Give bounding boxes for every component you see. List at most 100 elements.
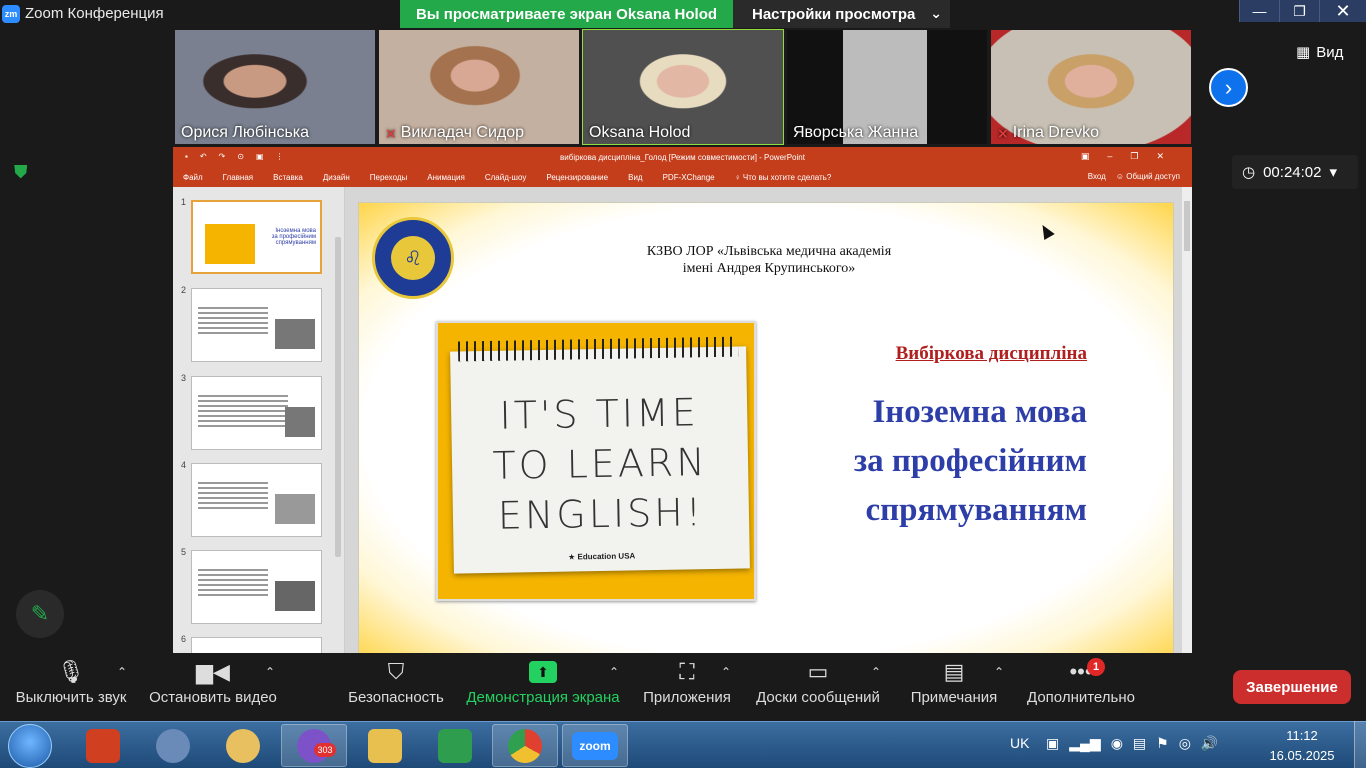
grid-icon: ▦	[1296, 44, 1311, 61]
ribbon-tab-pdfxchange[interactable]: PDF-XChange	[663, 173, 715, 182]
participant-tile[interactable]: Орися Любінська	[175, 30, 375, 144]
zoom-tray-icon[interactable]: ◉	[1111, 735, 1123, 752]
share-options-caret-icon[interactable]: ⌃	[609, 665, 619, 679]
more-button[interactable]: ••• Дополнительно	[1024, 655, 1138, 721]
thumb-number: 1	[181, 197, 187, 207]
network-status-icon[interactable]: ▣	[1046, 735, 1059, 752]
thumbnails-scrollbar[interactable]	[335, 231, 343, 653]
annotate-pencil-icon[interactable]: ✎	[16, 590, 64, 638]
view-label: Вид	[1316, 43, 1344, 61]
ribbon-tab-insert[interactable]: Вставка	[273, 173, 303, 182]
participant-tile[interactable]: ⨯ Irina Drevko	[991, 30, 1191, 144]
ribbon-tab-transitions[interactable]: Переходы	[370, 173, 408, 182]
app-title: Zoom Конференция	[25, 5, 164, 22]
share-link[interactable]: ☺ Общий доступ	[1116, 172, 1180, 181]
taskbar-app-meet[interactable]	[422, 724, 488, 767]
close-button[interactable]: ✕	[1319, 0, 1366, 22]
apps-button[interactable]: ⛶ Приложения	[640, 655, 734, 721]
thumb-number: 4	[181, 460, 187, 470]
ribbon-tab-file[interactable]: Файл	[183, 173, 203, 182]
signal-bars-icon[interactable]: ▂▄▆	[1069, 735, 1100, 752]
security-button[interactable]: ⛉ Безопасность	[348, 655, 444, 721]
ppt-document-title: вибіркова дисципліна_Голод [Режим совмес…	[560, 153, 805, 162]
participant-tile-active-speaker[interactable]: Oksana Holod	[582, 29, 784, 145]
slide-thumbnail[interactable]	[191, 550, 322, 624]
share-arrow-icon: ⬆	[529, 661, 557, 683]
video-camera-icon: ▆◀	[196, 659, 230, 684]
taskbar-app-zoom[interactable]: zoom	[562, 724, 628, 767]
subject-title: Іноземна мова за професійним спрямування…	[853, 394, 1087, 528]
view-options-button[interactable]: Настройки просмотра ⌄	[733, 0, 950, 28]
education-usa-logo: ★ Education USA	[568, 551, 636, 562]
minimize-button[interactable]: —	[1239, 0, 1279, 22]
stop-video-button[interactable]: ▆◀ Остановить видео	[148, 655, 278, 721]
slide-thumbnail[interactable]	[191, 376, 322, 450]
clock-icon: ◷	[1242, 164, 1256, 181]
taskbar-app-paint[interactable]	[210, 724, 276, 767]
ppt-title-bar: ▪↶↷⊙▣⋮ вибіркова дисципліна_Голод [Режим…	[173, 147, 1192, 167]
signin-link[interactable]: Вход	[1088, 172, 1106, 181]
slide-thumbnail[interactable]	[191, 288, 322, 362]
meeting-timer[interactable]: ◷ 00:24:02 ▾	[1232, 155, 1358, 189]
end-meeting-button[interactable]: Завершение	[1233, 670, 1351, 704]
ribbon-tab-animation[interactable]: Анимация	[427, 173, 465, 182]
encryption-shield-icon[interactable]: ⛊	[14, 162, 36, 184]
clock-time: 11:12	[1286, 728, 1318, 743]
thumb-number: 5	[181, 547, 187, 557]
start-button[interactable]	[8, 724, 52, 768]
view-button[interactable]: ▦ Вид	[1296, 38, 1354, 66]
share-screen-button[interactable]: ⬆ Демонстрация экрана	[464, 655, 622, 721]
show-desktop-button[interactable]	[1354, 721, 1366, 768]
device-icon[interactable]: ▤	[1133, 735, 1146, 752]
video-options-caret-icon[interactable]: ⌃	[265, 665, 275, 679]
notes-caret-icon[interactable]: ⌃	[994, 665, 1004, 679]
editor-scrollbar[interactable]	[1182, 187, 1192, 653]
thumb-number: 3	[181, 373, 187, 383]
viber-tray-icon[interactable]: ◎	[1179, 735, 1191, 752]
slide-thumbnail[interactable]	[191, 463, 322, 537]
taskbar-app-explorer[interactable]	[352, 724, 418, 767]
ribbon-tab-review[interactable]: Рецензирование	[546, 173, 608, 182]
paint-palette-icon	[226, 728, 260, 763]
slide-thumbnail-selected[interactable]: Іноземна мова за професійним спрямуванням	[191, 200, 322, 274]
participant-name: ⨯ Irina Drevko	[997, 124, 1099, 141]
slide-canvas[interactable]: ♌ КЗВО ЛОР «Львівська медична академія і…	[358, 202, 1174, 653]
maximize-button[interactable]: ❐	[1279, 0, 1319, 22]
ribbon-tab-home[interactable]: Главная	[223, 173, 253, 182]
apps-options-caret-icon[interactable]: ⌃	[721, 665, 731, 679]
participant-name: ⨯ Викладач Сидор	[385, 124, 525, 141]
whiteboard-icon: ▭	[807, 659, 829, 684]
taskbar-app-chrome[interactable]	[492, 724, 558, 767]
clock-date: 16.05.2025	[1269, 748, 1335, 763]
lion-emblem-icon: ♌	[391, 236, 435, 280]
notepad: IT'S TIME TO LEARN ENGLISH! ★ Education …	[450, 336, 750, 574]
ppt-ribbon-tabs: Файл Главная Вставка Дизайн Переходы Ани…	[173, 167, 1192, 187]
ribbon-tab-design[interactable]: Дизайн	[323, 173, 350, 182]
whiteboards-button[interactable]: ▭ Доски сообщений	[752, 655, 884, 721]
zoom-window: zm Zoom Конференция Вы просматриваете эк…	[0, 0, 1366, 768]
participant-tile[interactable]: ⨯ Викладач Сидор	[379, 30, 579, 144]
participant-tile[interactable]: Яворська Жанна	[787, 30, 987, 144]
volume-icon[interactable]: 🔊	[1201, 735, 1218, 752]
star-icon: ★	[568, 552, 578, 562]
taskbar-app-search[interactable]	[140, 724, 206, 767]
whiteboards-caret-icon[interactable]: ⌃	[871, 665, 881, 679]
next-page-button[interactable]: ›	[1209, 68, 1248, 107]
chrome-icon	[508, 728, 542, 763]
taskbar-app-presentation[interactable]	[70, 724, 136, 767]
shared-screen-powerpoint: ▪↶↷⊙▣⋮ вибіркова дисципліна_Голод [Режим…	[173, 147, 1192, 653]
audio-options-caret-icon[interactable]: ⌃	[117, 665, 127, 679]
ribbon-tab-slideshow[interactable]: Слайд-шоу	[485, 173, 526, 182]
share-banner: Вы просматриваете экран Oksana Holod	[400, 0, 733, 28]
slide-thumbnail[interactable]	[191, 637, 322, 653]
mic-muted-icon: ⨯	[997, 124, 1009, 141]
system-clock[interactable]: 11:12 16.05.2025	[1262, 726, 1342, 766]
google-meet-icon	[438, 728, 472, 763]
chevron-down-icon: ⌄	[930, 5, 942, 21]
tell-me-search[interactable]: ♀ Что вы хотите сделать?	[735, 173, 832, 182]
ribbon-tab-view[interactable]: Вид	[628, 173, 642, 182]
language-indicator[interactable]: UK	[1010, 735, 1029, 751]
notes-button[interactable]: ▤ Примечания	[908, 655, 1000, 721]
mute-button[interactable]: 🎙 Выключить звук	[12, 655, 130, 721]
flag-icon[interactable]: ⚑	[1156, 735, 1169, 752]
